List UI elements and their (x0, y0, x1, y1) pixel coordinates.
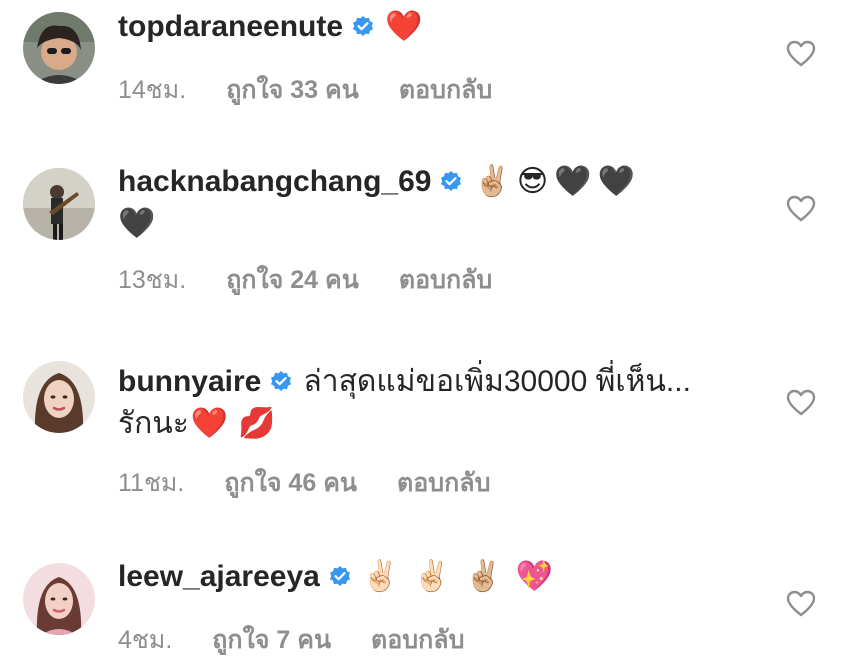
emoji-black-heart: 🖤 (554, 164, 592, 199)
emoji-victory-hand: ✌🏻 (361, 559, 400, 594)
verified-badge-icon (269, 370, 293, 394)
emoji-heart: ❤️ (190, 406, 229, 441)
verified-badge-icon (351, 15, 375, 39)
comment-likes-link[interactable]: ถูกใจ 24 คน (226, 260, 359, 300)
emoji-victory-hand: ✌🏼 (473, 164, 511, 199)
reply-button[interactable]: ตอบกลับ (371, 620, 464, 660)
emoji-kiss-mark: 💋 (238, 406, 276, 441)
like-heart-icon[interactable] (786, 195, 816, 223)
reply-button[interactable]: ตอบกลับ (399, 70, 492, 110)
avatar[interactable] (23, 12, 95, 84)
emoji-sunglasses-face: 😎 (516, 164, 549, 199)
avatar[interactable] (23, 168, 95, 240)
emoji-sparkling-heart: 💖 (515, 559, 554, 594)
comment-username[interactable]: topdaraneenute (118, 6, 343, 48)
comment-timestamp: 13ชม. (118, 266, 187, 294)
comment-text: ล่าสุดแม่ขอเพิ่ม30000 พี่เห็น... (303, 365, 691, 398)
comment-timestamp: 11ชม. (118, 469, 185, 497)
avatar[interactable] (23, 563, 95, 635)
comment-username[interactable]: hacknabangchang_69 (118, 161, 431, 203)
emoji-victory-hand: ✌🏼 (464, 559, 502, 594)
comment-timestamp: 14ชม. (118, 76, 187, 104)
verified-badge-icon (328, 565, 352, 589)
reply-button[interactable]: ตอบกลับ (399, 260, 492, 300)
emoji-black-heart: 🖤 (118, 206, 156, 241)
like-heart-icon[interactable] (786, 389, 816, 417)
emoji-victory-hand: ✌🏻 (413, 559, 451, 594)
verified-badge-icon (439, 170, 463, 194)
comment-timestamp: 4ชม. (118, 626, 173, 654)
like-heart-icon[interactable] (786, 590, 816, 618)
comment-text: รักนะ (118, 407, 189, 440)
emoji-black-heart: 🖤 (597, 164, 635, 199)
comment-likes-link[interactable]: ถูกใจ 33 คน (226, 70, 359, 110)
like-heart-icon[interactable] (786, 40, 816, 68)
comment-likes-link[interactable]: ถูกใจ 7 คน (212, 620, 331, 660)
comment-likes-link[interactable]: ถูกใจ 46 คน (224, 463, 357, 503)
avatar[interactable] (23, 361, 95, 433)
reply-button[interactable]: ตอบกลับ (397, 463, 490, 503)
comment-username[interactable]: bunnyaire (118, 361, 261, 403)
comment-username[interactable]: leew_ajareeya (118, 556, 320, 598)
emoji-heart: ❤️ (385, 9, 423, 44)
